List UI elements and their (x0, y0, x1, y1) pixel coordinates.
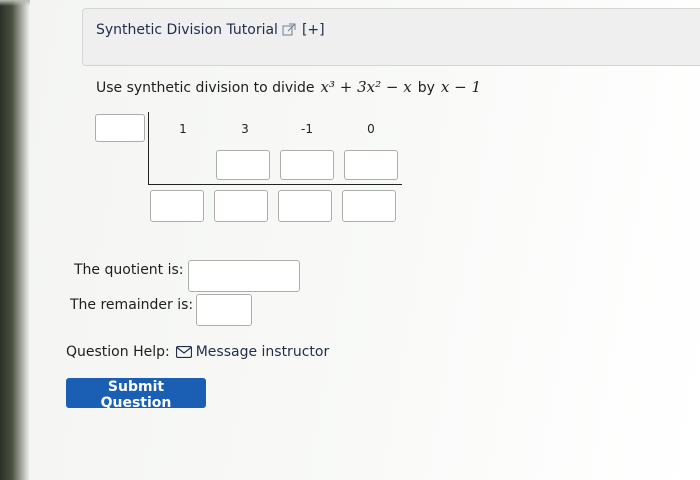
divisor-expression: x − 1 (440, 78, 481, 96)
quotient-label: The quotient is: (74, 262, 184, 278)
message-instructor-label[interactable]: Message instructor (196, 344, 330, 360)
problem-statement: Use synthetic division to divide x³ + 3x… (96, 78, 481, 96)
expand-toggle[interactable]: [+] (302, 22, 325, 38)
remainder-label: The remainder is: (70, 297, 194, 313)
question-help-label: Question Help: (66, 344, 170, 360)
dark-left-edge (0, 0, 30, 480)
quotient-input[interactable] (188, 260, 300, 292)
coefficient-2: 3 (241, 122, 249, 136)
divisor-input[interactable] (95, 114, 145, 142)
tutorial-label[interactable]: Synthetic Division Tutorial (96, 22, 278, 38)
dividend-expression: x³ + 3x² − x (320, 78, 412, 96)
middle-row-input-2[interactable] (280, 150, 334, 180)
middle-row-input-1[interactable] (216, 150, 270, 180)
question-help: Question Help: Message instructor (66, 344, 329, 360)
coefficient-4: 0 (367, 122, 375, 136)
bottom-row-input-1[interactable] (150, 190, 204, 222)
coefficient-1: 1 (179, 122, 187, 136)
division-vertical-rule (148, 112, 149, 184)
submit-question-button[interactable]: Submit Question (66, 378, 206, 411)
by-word: by (417, 80, 435, 96)
mail-icon (175, 345, 192, 359)
bottom-row-input-2[interactable] (214, 190, 268, 222)
tutorial-link[interactable]: Synthetic Division Tutorial [+] (96, 22, 325, 38)
middle-row-input-3[interactable] (344, 150, 398, 180)
remainder-input[interactable] (196, 294, 252, 326)
message-instructor-link[interactable]: Message instructor (175, 344, 330, 360)
coefficient-3: -1 (301, 122, 313, 136)
bottom-row-input-3[interactable] (278, 190, 332, 222)
problem-prefix: Use synthetic division to divide (96, 80, 315, 96)
external-link-icon (282, 23, 296, 37)
bottom-row-input-4[interactable] (342, 190, 396, 222)
division-horizontal-rule (148, 184, 402, 185)
